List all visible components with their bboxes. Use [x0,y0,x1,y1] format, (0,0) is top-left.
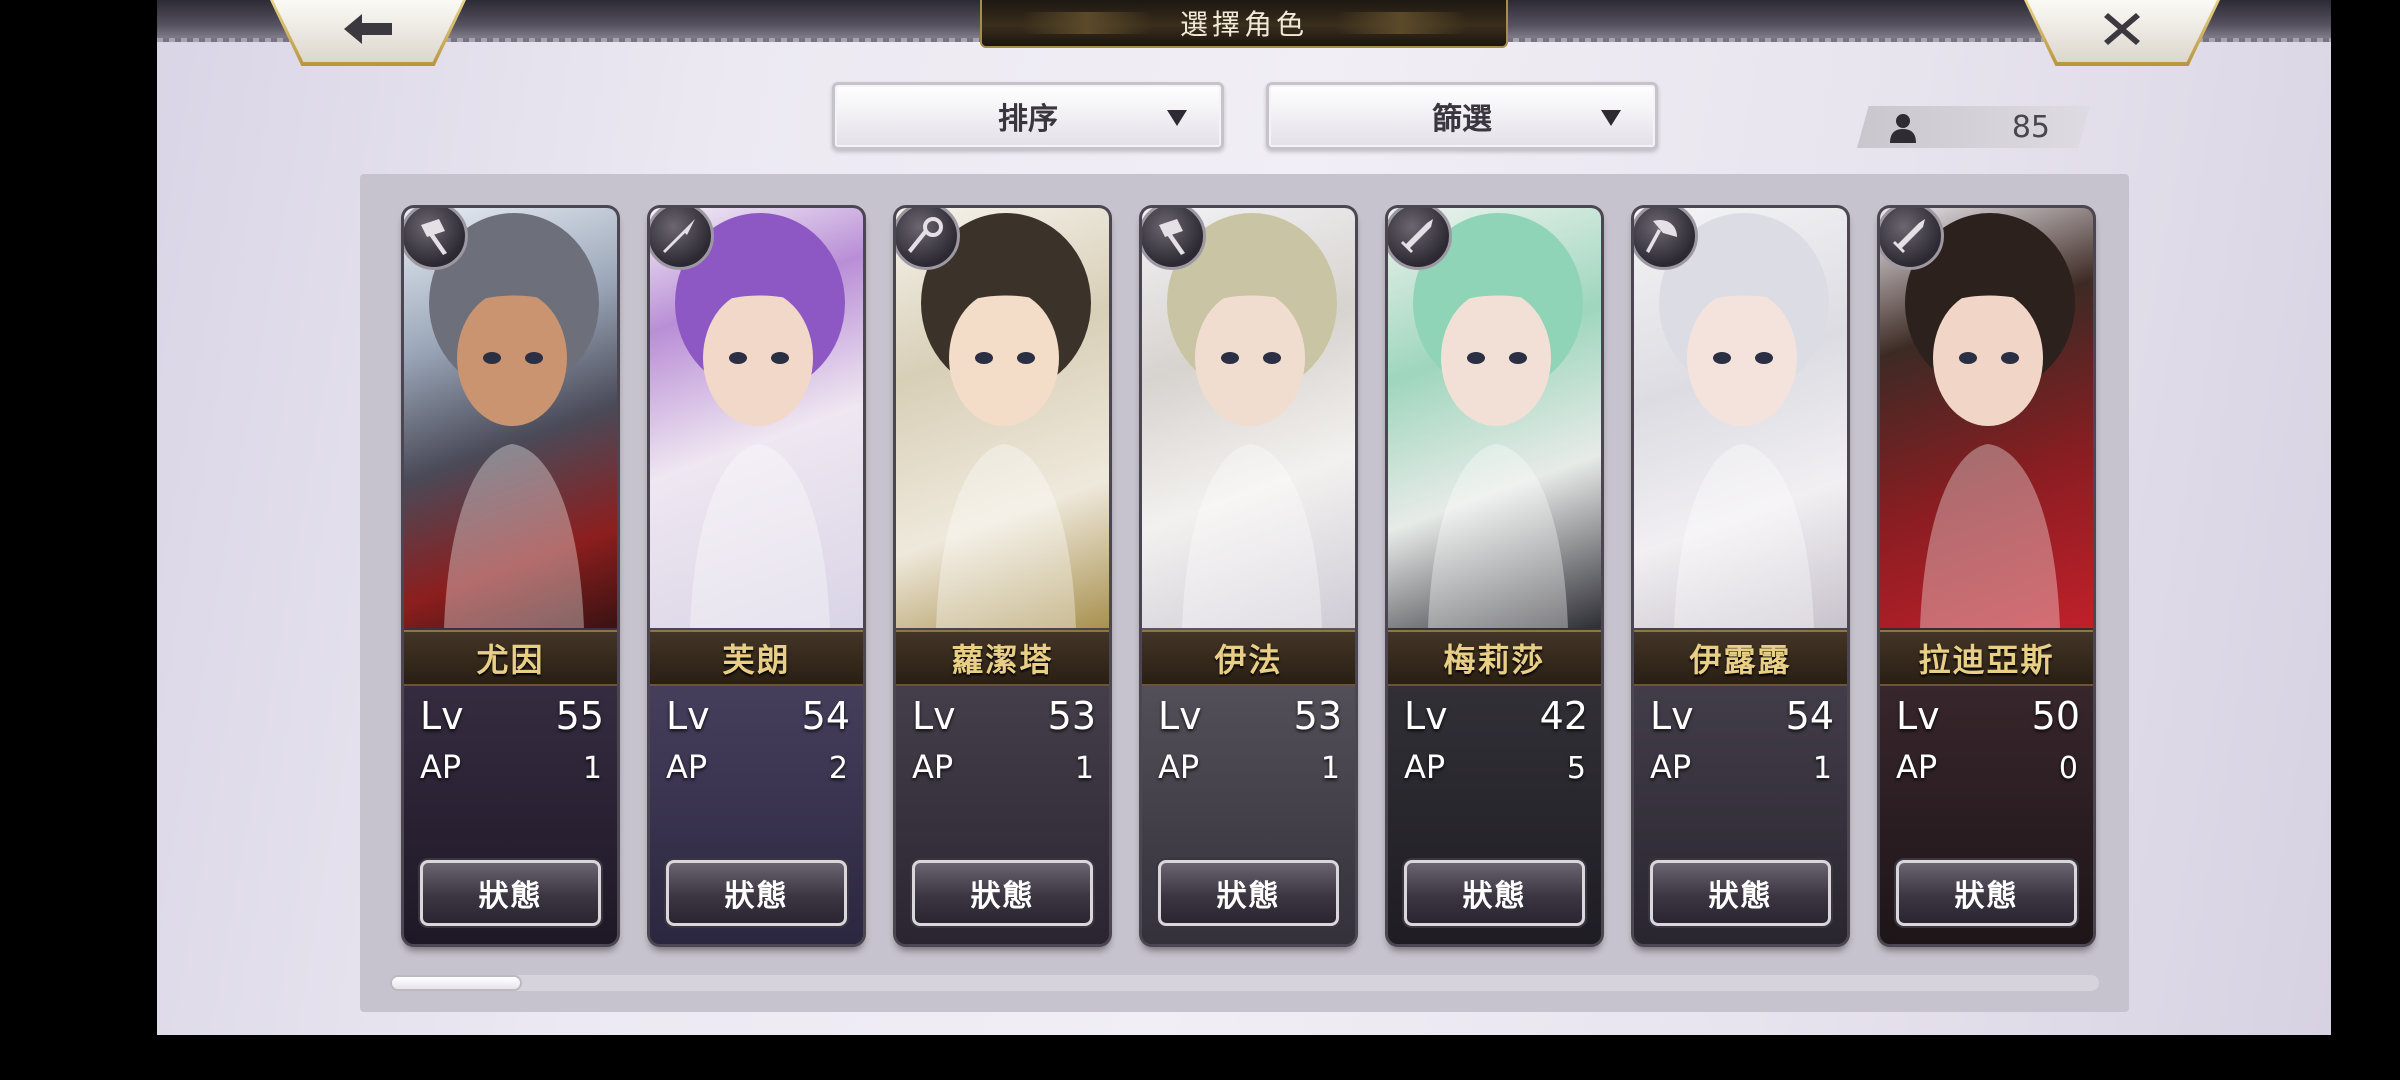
ap-label: AP [1896,748,1938,786]
character-name: 伊法 [1142,630,1355,686]
character-name: 梅莉莎 [1388,630,1601,686]
filter-dropdown[interactable]: 篩選 [1266,82,1658,150]
character-name: 尤因 [404,630,617,686]
ap-label: AP [912,748,954,786]
level-label: Lv [1650,694,1694,738]
level-value: 50 [2031,694,2080,738]
level-row: Lv 53 [1158,694,1342,738]
ap-label: AP [420,748,462,786]
arrow-left-icon [342,12,394,50]
level-label: Lv [1158,694,1202,738]
ap-label: AP [666,748,708,786]
level-label: Lv [1896,694,1940,738]
status-button[interactable]: 狀態 [1404,860,1585,926]
character-name: 芙朗 [650,630,863,686]
ap-value: 0 [2058,751,2078,786]
character-panel: 尤因 Lv 55 AP 1 狀態 芙朗 Lv 54 AP 2 狀態 蘿潔塔 Lv 53 AP 1 狀態 伊法 Lv 53… [360,174,2129,1012]
level-label: Lv [420,694,464,738]
sort-dropdown[interactable]: 排序 [832,82,1224,150]
character-card[interactable]: 伊露露 Lv 54 AP 1 狀態 [1634,208,1847,944]
ap-value: 1 [1320,751,1340,786]
level-row: Lv 55 [420,694,604,738]
level-label: Lv [666,694,710,738]
character-card[interactable]: 尤因 Lv 55 AP 1 狀態 [404,208,617,944]
status-button[interactable]: 狀態 [1896,860,2077,926]
chevron-down-icon [1601,110,1621,126]
scrollbar-thumb[interactable] [390,975,522,991]
ap-value: 2 [828,751,848,786]
back-button[interactable] [273,0,463,62]
sort-label: 排序 [998,102,1058,137]
ap-value: 1 [1812,751,1832,786]
ap-label: AP [1158,748,1200,786]
status-button[interactable]: 狀態 [1650,860,1831,926]
ap-row: AP 1 [912,748,1096,786]
character-card[interactable]: 梅莉莎 Lv 42 AP 5 狀態 [1388,208,1601,944]
level-row: Lv 50 [1896,694,2080,738]
character-portrait[interactable] [650,208,863,628]
game-screen: 選擇角色 排序 篩選 85 尤因 Lv 55 AP 1 狀態 芙朗 Lv 54 AP 2 狀態 蘿潔塔 L… [157,0,2331,1035]
level-label: Lv [912,694,956,738]
close-button[interactable] [2027,0,2217,62]
status-button[interactable]: 狀態 [420,860,601,926]
character-portrait[interactable] [404,208,617,628]
roster-count-value: 85 [2011,109,2050,145]
level-row: Lv 53 [912,694,1096,738]
level-row: Lv 54 [1650,694,1834,738]
close-x-icon [2102,9,2142,53]
ap-row: AP 1 [1650,748,1834,786]
character-portrait[interactable] [1388,208,1601,628]
ap-row: AP 5 [1404,748,1588,786]
status-button[interactable]: 狀態 [1158,860,1339,926]
ap-value: 1 [582,751,602,786]
roster-count: 85 [1857,106,2090,148]
character-card[interactable]: 芙朗 Lv 54 AP 2 狀態 [650,208,863,944]
status-button[interactable]: 狀態 [912,860,1093,926]
character-name: 伊露露 [1634,630,1847,686]
level-value: 53 [1293,694,1342,738]
chevron-down-icon [1167,110,1187,126]
page-title: 選擇角色 [980,0,1508,48]
ap-row: AP 0 [1896,748,2080,786]
character-card[interactable]: 蘿潔塔 Lv 53 AP 1 狀態 [896,208,1109,944]
character-name: 拉迪亞斯 [1880,630,2093,686]
horizontal-scrollbar[interactable] [390,975,2099,991]
character-portrait[interactable] [1880,208,2093,628]
status-button[interactable]: 狀態 [666,860,847,926]
person-icon [1890,114,1916,143]
level-value: 53 [1047,694,1096,738]
level-label: Lv [1404,694,1448,738]
ap-row: AP 1 [1158,748,1342,786]
ap-value: 1 [1074,751,1094,786]
ap-row: AP 1 [420,748,604,786]
level-value: 54 [801,694,850,738]
level-value: 42 [1539,694,1588,738]
character-card[interactable]: 拉迪亞斯 Lv 50 AP 0 狀態 [1880,208,2093,944]
level-row: Lv 54 [666,694,850,738]
level-value: 55 [555,694,604,738]
character-portrait[interactable] [1634,208,1847,628]
character-portrait[interactable] [896,208,1109,628]
filter-label: 篩選 [1432,102,1492,137]
ap-row: AP 2 [666,748,850,786]
level-row: Lv 42 [1404,694,1588,738]
character-name: 蘿潔塔 [896,630,1109,686]
ap-label: AP [1404,748,1446,786]
character-card[interactable]: 伊法 Lv 53 AP 1 狀態 [1142,208,1355,944]
ap-label: AP [1650,748,1692,786]
ap-value: 5 [1566,751,1586,786]
level-value: 54 [1785,694,1834,738]
character-portrait[interactable] [1142,208,1355,628]
